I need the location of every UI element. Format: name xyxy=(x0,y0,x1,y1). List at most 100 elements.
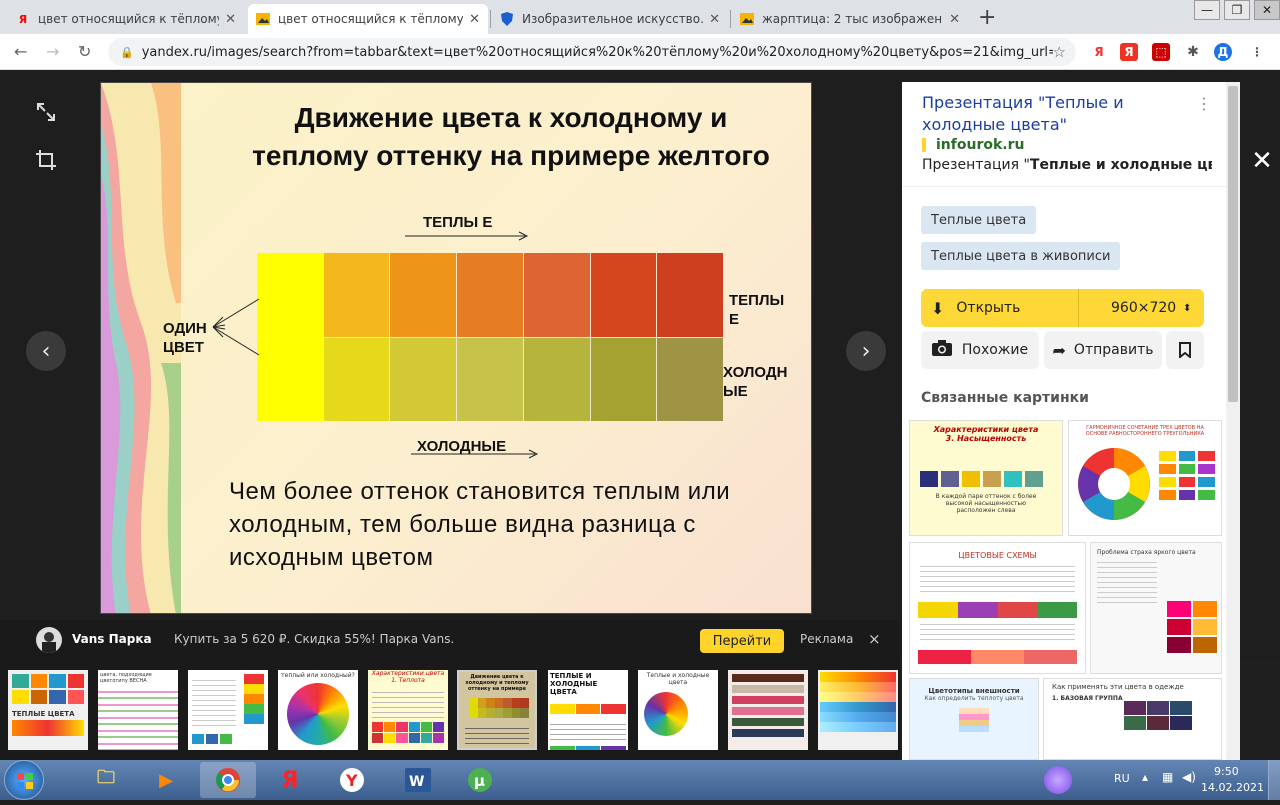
size-select[interactable]: 960×720 xyxy=(1111,300,1176,316)
language-indicator[interactable]: RU xyxy=(1114,772,1130,785)
warm-swatch xyxy=(590,253,657,337)
tray-up-icon[interactable]: ▴ xyxy=(1142,770,1148,784)
related-image[interactable]: Как применять эти цвета в одежде 1. БАЗО… xyxy=(1043,678,1222,760)
bookmark-button[interactable] xyxy=(1166,331,1204,369)
new-tab-button[interactable]: + xyxy=(978,5,996,30)
thumbnail[interactable]: Теплые и холодные цвета xyxy=(638,670,718,750)
thumbnail[interactable]: цвета, подходящие цветотипу ВЕСНА xyxy=(98,670,178,750)
cold-swatch xyxy=(323,337,390,421)
lock-icon: 🔒 xyxy=(120,45,134,59)
thumbnail[interactable]: теплый или холодный? xyxy=(278,670,358,750)
tab-title: Изобразительное искусство. 2 xyxy=(522,12,704,26)
chrome-icon[interactable] xyxy=(200,762,256,798)
image-icon xyxy=(740,12,754,26)
related-title: Как применять эти цвета в одежде xyxy=(1052,683,1184,691)
word-icon[interactable]: W xyxy=(390,762,446,798)
clock-date[interactable]: 14.02.2021 xyxy=(1201,781,1264,794)
tab-2[interactable]: цвет относящийся к тёплому и ✕ xyxy=(248,4,488,34)
open-label: Открыть xyxy=(956,300,1021,316)
menu-icon[interactable]: ⋮ xyxy=(1248,43,1266,61)
tab-3[interactable]: Изобразительное искусство. 2 ✕ xyxy=(492,4,728,34)
url-field[interactable]: 🔒 yandex.ru/images/search?from=tabbar&te… xyxy=(108,38,1076,66)
related-image[interactable]: ГАРМОНИЧНОЕ СОЧЕТАНИЕ ТРЕХ ЦВЕТОВ НА ОСН… xyxy=(1068,420,1222,536)
extensions-icon[interactable]: ✱ xyxy=(1184,43,1202,61)
thumbnail[interactable] xyxy=(818,670,898,750)
ad-brand[interactable]: Vans Парка xyxy=(72,632,152,646)
share-button[interactable]: ➦ Отправить xyxy=(1044,331,1162,369)
close-tab-icon[interactable]: ✕ xyxy=(949,12,960,27)
yandex-browser-icon[interactable]: Я xyxy=(262,762,318,798)
color-swatch-grid xyxy=(257,253,723,421)
yandex-ext-icon[interactable]: Я xyxy=(1120,43,1138,61)
size-toggle-icon[interactable]: ⬍ xyxy=(1183,303,1191,314)
explorer-icon[interactable]: 🗀 xyxy=(78,762,134,798)
clock-time[interactable]: 9:50 xyxy=(1214,765,1239,778)
thumbnail[interactable] xyxy=(188,670,268,750)
alice-icon[interactable] xyxy=(1044,766,1072,794)
share-label: Отправить xyxy=(1073,342,1154,358)
related-heading: Связанные картинки xyxy=(921,390,1089,406)
yandex-icon[interactable]: Y xyxy=(324,762,380,798)
profile-avatar[interactable]: Д xyxy=(1214,43,1232,61)
back-icon[interactable]: ← xyxy=(14,42,27,61)
source-site-link[interactable]: infourok.ru xyxy=(922,137,1024,153)
camera-icon xyxy=(931,340,952,360)
thumbnail-caption: ТЕПЛЫЕ И ХОЛОДНЫЕ ЦВЕТА xyxy=(550,672,598,696)
related-title: Проблема страха яркого цвета xyxy=(1097,549,1196,556)
ad-close-icon[interactable]: × xyxy=(868,630,881,648)
tag-chip[interactable]: Теплые цвета xyxy=(921,206,1037,234)
color-wheel-icon xyxy=(1078,448,1150,520)
utorrent-icon[interactable]: µ xyxy=(452,762,508,798)
scroll-thumb[interactable] xyxy=(1228,86,1238,402)
media-player-icon[interactable]: ▶ xyxy=(138,762,194,798)
bookmark-star-icon[interactable]: ☆ xyxy=(1053,43,1066,61)
expand-icon[interactable] xyxy=(30,96,62,128)
warm-swatch xyxy=(390,253,457,337)
more-options-icon[interactable]: ⋮ xyxy=(1196,94,1212,113)
thumbnail[interactable] xyxy=(728,670,808,750)
thumbnail[interactable]: Характеристики цвета 1. Теплота xyxy=(368,670,448,750)
crop-icon[interactable] xyxy=(30,144,62,176)
related-image[interactable]: ЦВЕТОВЫЕ СХЕМЫ xyxy=(909,542,1086,674)
tag-chip[interactable]: Теплые цвета в живописи xyxy=(921,242,1121,270)
shield-icon xyxy=(500,12,514,26)
forward-icon[interactable]: → xyxy=(46,42,59,61)
close-tab-icon[interactable]: ✕ xyxy=(469,12,480,27)
close-viewer-icon[interactable]: ✕ xyxy=(1248,146,1276,176)
sidebar-scrollbar[interactable] xyxy=(1226,82,1240,760)
related-caption: Как определить теплоту цвета xyxy=(924,695,1024,702)
close-tab-icon[interactable]: ✕ xyxy=(225,12,236,27)
reload-icon[interactable]: ↻ xyxy=(78,42,91,61)
related-image[interactable]: Цветотипы внешности Как определить тепло… xyxy=(909,678,1039,760)
network-icon[interactable]: ▦ xyxy=(1162,770,1173,784)
download-icon: ⬇ xyxy=(931,298,945,318)
tab-4[interactable]: жарптица: 2 тыс изображений ✕ xyxy=(732,4,968,34)
pdf-ext-icon[interactable]: ⬚ xyxy=(1152,43,1170,61)
close-window-button[interactable]: ✕ xyxy=(1254,0,1280,20)
show-desktop-button[interactable] xyxy=(1268,760,1280,800)
ad-cta-button[interactable]: Перейти xyxy=(700,629,784,653)
prev-arrow-icon[interactable]: ‹ xyxy=(26,331,66,371)
yandex-ext-icon[interactable]: Я xyxy=(1090,43,1108,61)
maximize-button[interactable]: ❐ xyxy=(1224,0,1250,20)
address-toolbar: ← → ↻ 🔒 yandex.ru/images/search?from=tab… xyxy=(0,34,1280,70)
thumbnail[interactable]: ТЕПЛЫЕ ЦВЕТА xyxy=(8,670,88,750)
source-title-link[interactable]: Презентация "Теплые и холодные цвета" xyxy=(922,92,1192,136)
related-image[interactable]: Проблема страха яркого цвета xyxy=(1090,542,1222,674)
cold-swatch xyxy=(523,337,590,421)
similar-button[interactable]: Похожие xyxy=(921,331,1039,369)
slide-title: Движение цвета к холодному и теплому отт… xyxy=(252,102,770,171)
open-button[interactable]: ⬇ Открыть 960×720 ⬍ xyxy=(921,289,1204,327)
next-arrow-icon[interactable]: › xyxy=(846,331,886,371)
tab-bar: Я цвет относящийся к тёплому и ✕ цвет от… xyxy=(0,0,1280,34)
warm-arrow xyxy=(405,231,529,241)
thumbnail[interactable]: ТЕПЛЫЕ И ХОЛОДНЫЕ ЦВЕТА xyxy=(548,670,628,750)
start-button[interactable] xyxy=(4,760,44,800)
minimize-button[interactable]: — xyxy=(1194,0,1220,20)
related-image[interactable]: Характеристики цвета 3. Насыщенность В к… xyxy=(909,420,1063,536)
tab-1[interactable]: Я цвет относящийся к тёплому и ✕ xyxy=(8,4,244,34)
volume-icon[interactable]: ◀) xyxy=(1182,770,1196,784)
thumbnail-selected[interactable]: Движение цвета к холодному и теплому отт… xyxy=(457,670,537,750)
close-tab-icon[interactable]: ✕ xyxy=(709,12,720,27)
related-title: Характеристики цвета 3. Насыщенность xyxy=(933,425,1039,443)
